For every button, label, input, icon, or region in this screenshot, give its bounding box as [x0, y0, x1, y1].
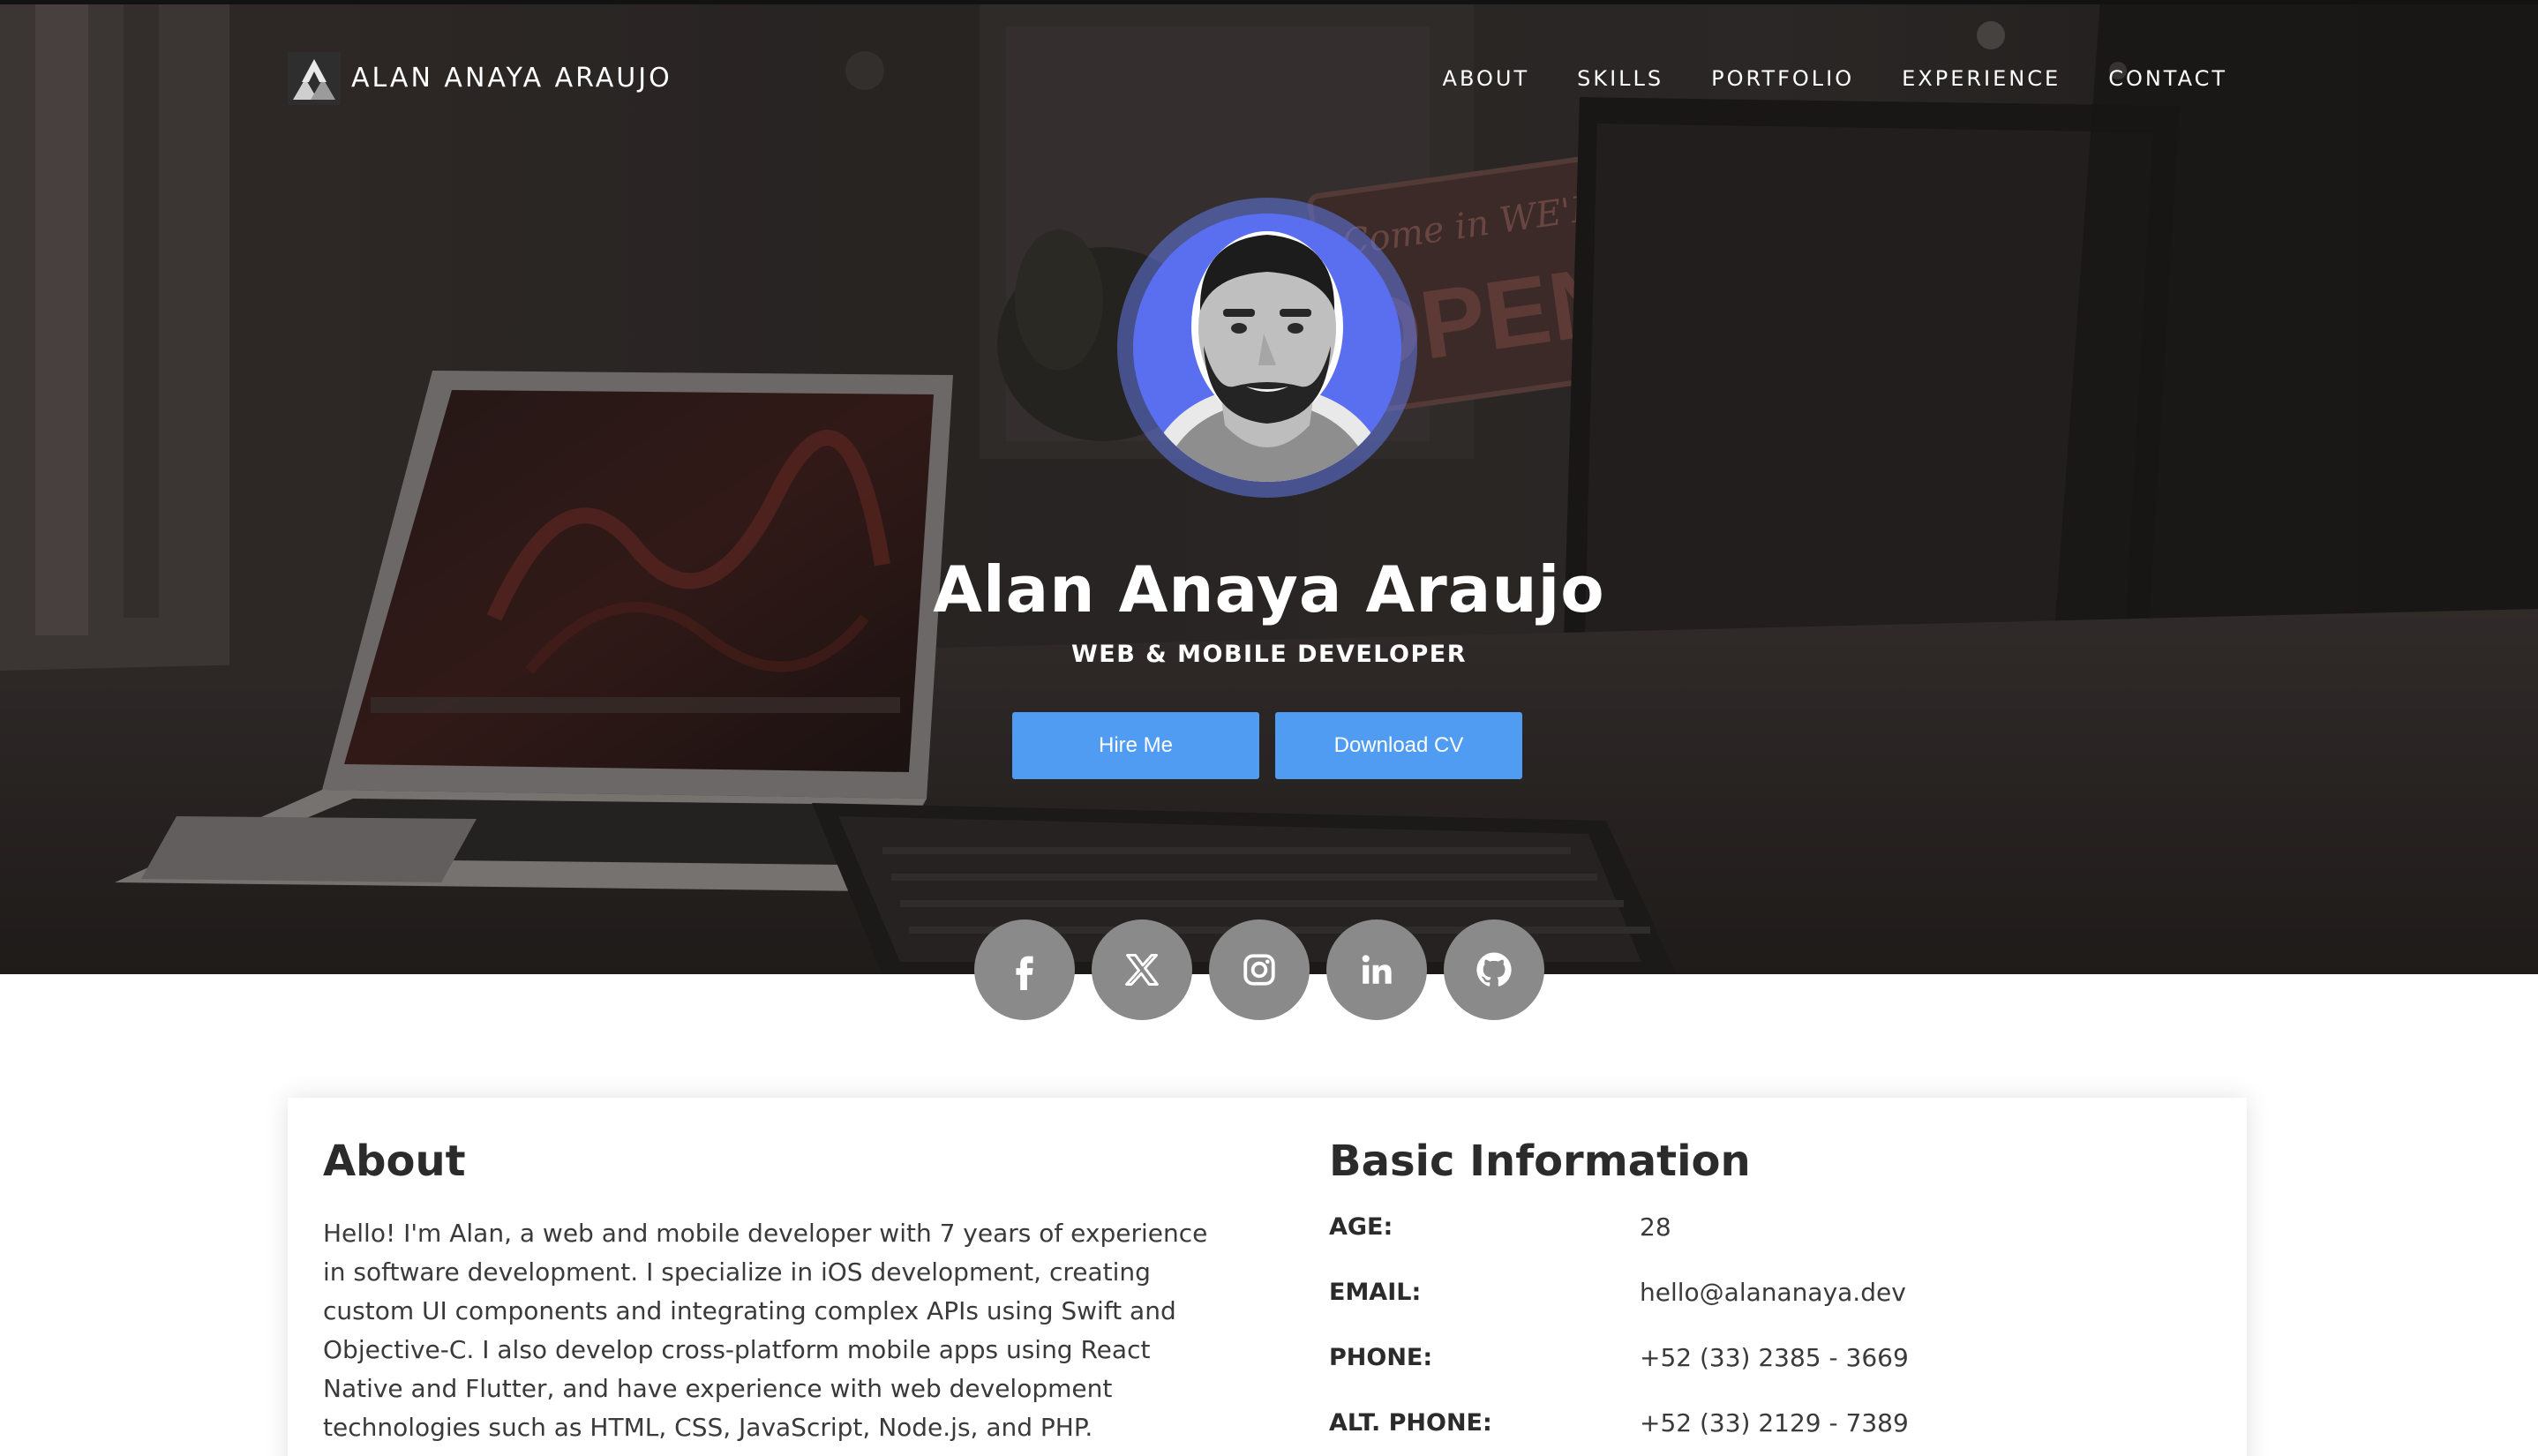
about-title: About [323, 1137, 466, 1186]
about-line-2: in software development. I specialize in… [323, 1257, 1151, 1287]
avatar-portrait-illustration [1142, 231, 1393, 482]
x-icon [1125, 954, 1159, 986]
about-column: About Hello! I'm Alan, a web and mobile … [323, 1137, 1207, 1447]
info-value-age: 28 [1640, 1212, 1671, 1242]
info-value-alt-phone[interactable]: +52 (33) 2129 - 7389 [1640, 1408, 1909, 1437]
info-row-alt-phone: ALT. PHONE: +52 (33) 2129 - 7389 [1329, 1403, 1909, 1442]
hero-name: Alan Anaya Araujo [933, 552, 1605, 627]
social-links [974, 919, 1544, 1020]
info-value-phone[interactable]: +52 (33) 2385 - 3669 [1640, 1343, 1909, 1372]
about-line-1: Hello! I'm Alan, a web and mobile develo… [323, 1219, 1208, 1248]
nav-item-experience[interactable]: EXPERIENCE [1902, 62, 2061, 95]
info-label-phone: PHONE: [1329, 1343, 1433, 1371]
basic-info-column: Basic Information AGE: 28 EMAIL: hello@a… [1329, 1137, 2211, 1437]
brand-home-link[interactable]: ALAN ANAYA ARAUJO [288, 51, 672, 106]
hero-section: Come in WE'RE OPEN ALAN ANAYA ARAUJO ABO… [0, 0, 2538, 974]
info-label-age: AGE: [1329, 1212, 1393, 1241]
nav-item-skills[interactable]: SKILLS [1577, 62, 1663, 95]
facebook-link[interactable] [974, 919, 1075, 1020]
about-card: About Hello! I'm Alan, a web and mobile … [288, 1098, 2247, 1456]
x-link[interactable] [1092, 919, 1192, 1020]
info-value-email[interactable]: hello@alananaya.dev [1640, 1278, 1906, 1307]
avatar [1133, 214, 1401, 482]
about-line-3: custom UI components and integrating com… [323, 1296, 1176, 1325]
page: Come in WE'RE OPEN ALAN ANAYA ARAUJO ABO… [0, 0, 2538, 1456]
instagram-icon [1243, 954, 1275, 986]
about-paragraph: Hello! I'm Alan, a web and mobile develo… [323, 1214, 1214, 1447]
info-row-age: AGE: 28 [1329, 1207, 1671, 1246]
nav-item-portfolio[interactable]: PORTFOLIO [1711, 62, 1854, 95]
about-line-4: Objective-C. I also develop cross-platfo… [323, 1335, 1151, 1364]
about-line-5: Native and Flutter, and have experience … [323, 1374, 1113, 1403]
about-line-6: technologies such as HTML, CSS, JavaScri… [323, 1413, 1093, 1442]
info-label-alt-phone: ALT. PHONE: [1329, 1408, 1492, 1437]
window-top-border [0, 0, 2538, 4]
info-row-email: EMAIL: hello@alananaya.dev [1329, 1272, 1906, 1311]
linkedin-icon [1362, 955, 1392, 984]
instagram-link[interactable] [1209, 919, 1310, 1020]
brand-name: ALAN ANAYA ARAUJO [351, 63, 672, 94]
linkedin-link[interactable] [1326, 919, 1427, 1020]
triangles-logo-icon [288, 52, 341, 105]
nav-item-contact[interactable]: CONTACT [2108, 62, 2227, 95]
hero-role: WEB & MOBILE DEVELOPER [1070, 641, 1468, 668]
top-navigation: ABOUT SKILLS PORTFOLIO EXPERIENCE CONTAC… [1443, 62, 2227, 95]
github-icon [1476, 952, 1512, 987]
basic-info-title: Basic Information [1329, 1137, 1751, 1186]
github-link[interactable] [1444, 919, 1544, 1020]
nav-item-about[interactable]: ABOUT [1443, 62, 1530, 95]
hire-me-button[interactable]: Hire Me [1012, 712, 1259, 779]
avatar-ring [1117, 198, 1417, 498]
facebook-icon [1016, 956, 1033, 990]
info-row-phone: PHONE: +52 (33) 2385 - 3669 [1329, 1338, 1909, 1377]
info-label-email: EMAIL: [1329, 1278, 1422, 1306]
download-cv-button[interactable]: Download CV [1275, 712, 1522, 779]
